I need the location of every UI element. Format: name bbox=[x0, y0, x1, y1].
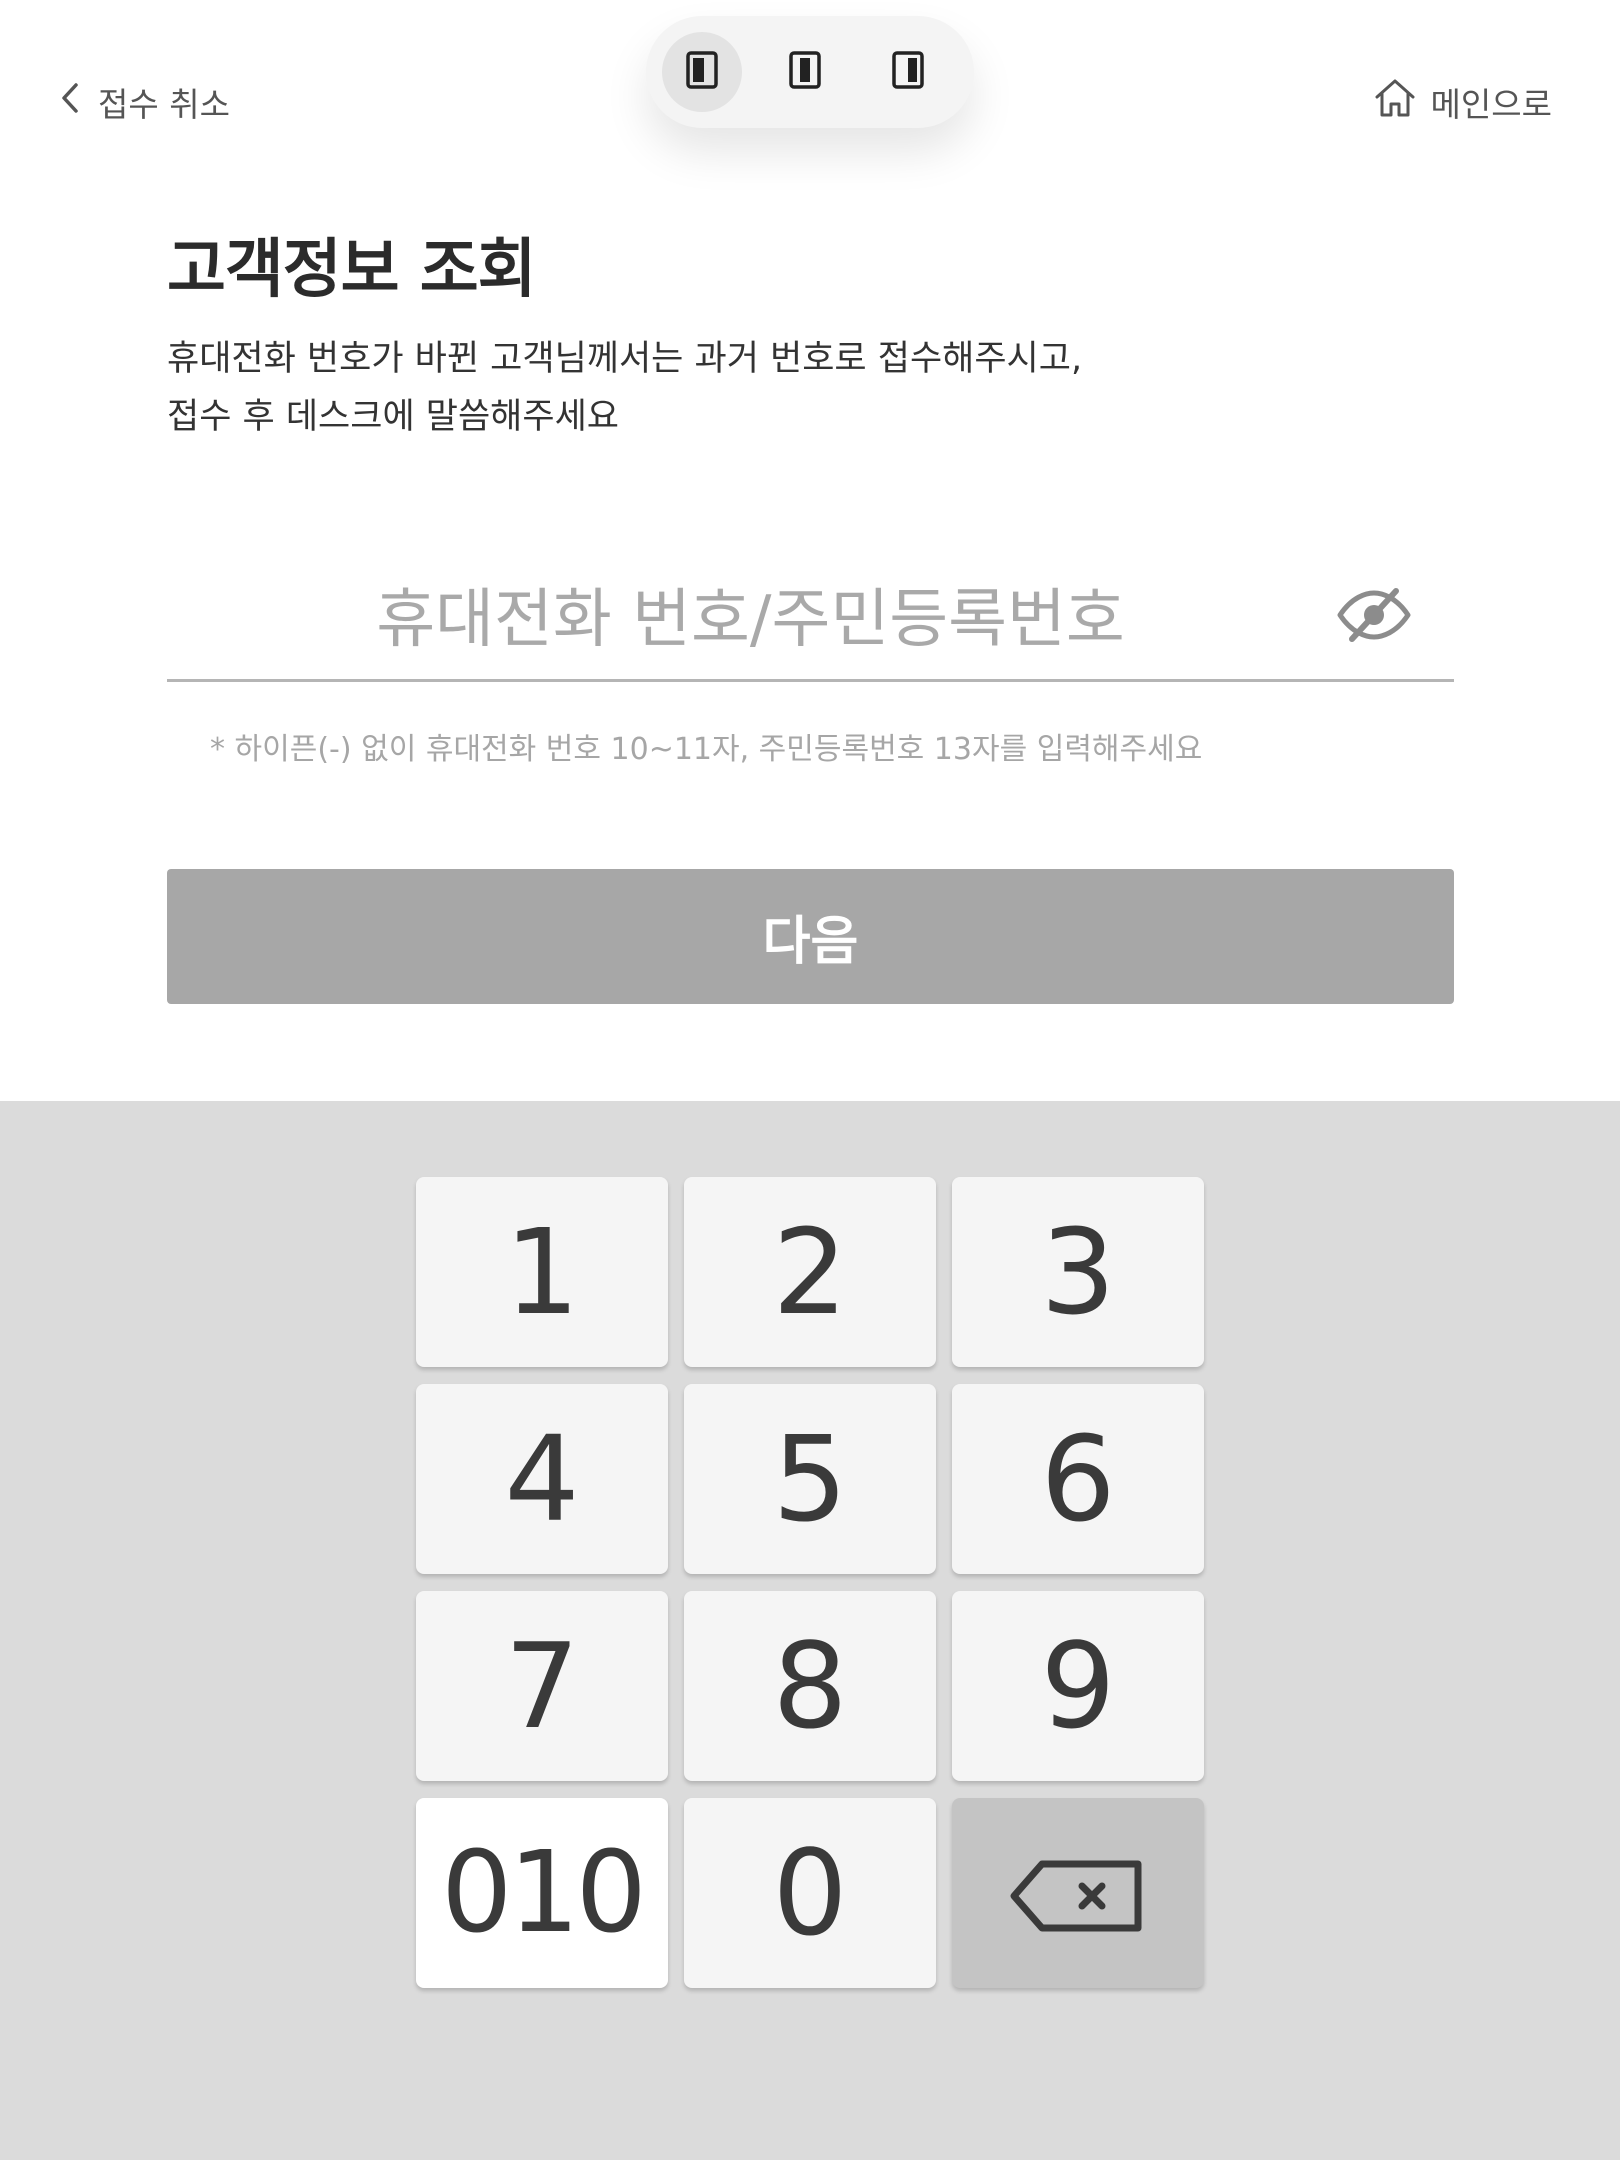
key-5[interactable]: 5 bbox=[684, 1384, 936, 1574]
next-button[interactable]: 다음 bbox=[167, 869, 1454, 1004]
key-9[interactable]: 9 bbox=[952, 1591, 1204, 1781]
left-panel-icon bbox=[685, 50, 719, 94]
key-0[interactable]: 0 bbox=[684, 1798, 936, 1988]
go-main-label: 메인으로 bbox=[1430, 85, 1552, 124]
home-icon bbox=[1373, 76, 1417, 128]
key-1[interactable]: 1 bbox=[416, 1177, 668, 1367]
input-hint: * 하이픈(-) 없이 휴대전화 번호 10~11자, 주민등록번호 13자를 … bbox=[210, 732, 1203, 767]
page-title: 고객정보 조회 bbox=[167, 233, 537, 307]
id-input-field bbox=[167, 560, 1454, 682]
phone-or-resident-number-input[interactable] bbox=[167, 560, 1454, 679]
backspace-key[interactable] bbox=[952, 1798, 1204, 1988]
cancel-reception-button[interactable]: 접수 취소 bbox=[58, 78, 230, 126]
numeric-keypad-area: 1 2 3 4 5 6 7 8 9 010 0 bbox=[0, 1101, 1620, 2160]
key-010-prefix[interactable]: 010 bbox=[416, 1798, 668, 1988]
key-7[interactable]: 7 bbox=[416, 1591, 668, 1781]
key-2[interactable]: 2 bbox=[684, 1177, 936, 1367]
cancel-reception-label: 접수 취소 bbox=[98, 85, 230, 124]
layout-right-button[interactable] bbox=[868, 32, 948, 112]
key-8[interactable]: 8 bbox=[684, 1591, 936, 1781]
numeric-keypad: 1 2 3 4 5 6 7 8 9 010 0 bbox=[416, 1177, 1204, 1988]
description-line-1: 휴대전화 번호가 바뀐 고객님께서는 과거 번호로 접수해주시고, bbox=[167, 339, 1083, 379]
go-main-button[interactable]: 메인으로 bbox=[1373, 76, 1552, 128]
key-4[interactable]: 4 bbox=[416, 1384, 668, 1574]
backspace-icon bbox=[1008, 1824, 1148, 1962]
layout-center-button[interactable] bbox=[765, 32, 845, 112]
toggle-visibility-button[interactable] bbox=[1334, 582, 1414, 652]
customer-lookup-screen: 접수 취소 메인으로 고객정보 조회 휴대전화 번호가 바뀐 고객님께서는 과거… bbox=[0, 0, 1620, 2160]
key-6[interactable]: 6 bbox=[952, 1384, 1204, 1574]
eye-off-icon bbox=[1336, 585, 1412, 649]
center-panel-icon bbox=[788, 50, 822, 94]
chevron-left-icon bbox=[58, 81, 82, 123]
description-line-2: 접수 후 데스크에 말씀해주세요 bbox=[167, 397, 619, 437]
layout-switcher bbox=[646, 16, 974, 128]
layout-left-button[interactable] bbox=[662, 32, 742, 112]
right-panel-icon bbox=[891, 50, 925, 94]
page-description: 휴대전화 번호가 바뀐 고객님께서는 과거 번호로 접수해주시고, 접수 후 데… bbox=[167, 330, 1082, 446]
key-3[interactable]: 3 bbox=[952, 1177, 1204, 1367]
